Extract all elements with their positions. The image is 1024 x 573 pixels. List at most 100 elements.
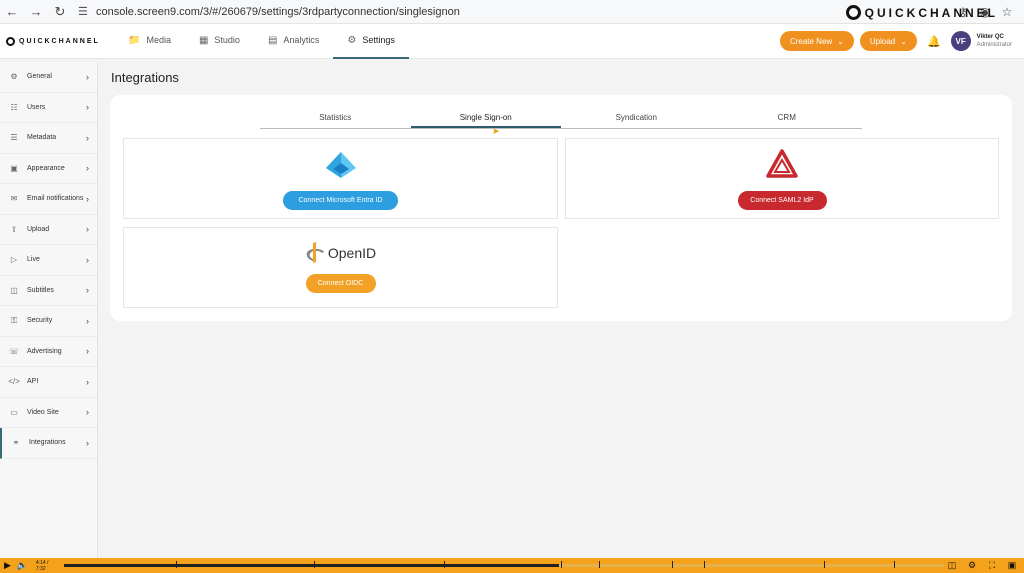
- bell-icon[interactable]: 🔔: [927, 35, 941, 48]
- connect-oidc-label: Connect OIDC: [317, 280, 364, 287]
- sidebar-item-label: Integrations: [29, 439, 66, 447]
- chapter-marker: [314, 561, 315, 568]
- settings-icon[interactable]: ⚙: [964, 560, 980, 571]
- sidebar-item-metadata[interactable]: ☰ Metadata ›: [0, 123, 97, 154]
- sidebar-item-label: General: [27, 73, 52, 81]
- settings-sidebar: ⚙ General › ☷ Users › ☰ Metadata › ▣ App…: [0, 62, 98, 558]
- reload-icon[interactable]: ↻: [48, 0, 72, 24]
- brand-text: QUICKCHANNEL: [19, 37, 100, 45]
- nav-analytics[interactable]: ▤ Analytics: [254, 24, 333, 59]
- sidebar-item-integrations[interactable]: ⚭ Integrations ›: [0, 428, 97, 459]
- nav-settings[interactable]: ⚙ Settings: [333, 24, 409, 59]
- sidebar-item-label: Appearance: [27, 164, 65, 172]
- avatar[interactable]: VF: [950, 31, 971, 51]
- cc-icon: ◫: [10, 285, 18, 295]
- sidebar-item-label: Live: [27, 256, 40, 264]
- connect-entra-label: Connect Microsoft Entra ID: [298, 197, 383, 204]
- chapter-marker: [704, 561, 705, 568]
- nav-studio[interactable]: ▦ Studio: [185, 24, 254, 59]
- user-role: Administrator: [976, 42, 1012, 48]
- connect-saml-button[interactable]: Connect SAML2 IdP: [737, 191, 827, 210]
- user-info[interactable]: Vikter QC Administrator: [977, 33, 1012, 49]
- video-player-bar: ▶ 🔈 4:14 / 7:32 ◫ ⚙ ⛶ ▣: [0, 558, 1024, 573]
- plug-icon: ⚭: [12, 438, 20, 448]
- sidebar-item-email-notifications[interactable]: ✉ Email notifications ›: [0, 184, 97, 215]
- openid-logo-icon: [306, 242, 324, 263]
- sidebar-item-subtitles[interactable]: ◫ Subtitles ›: [0, 276, 97, 306]
- create-new-button[interactable]: Create New ⌄: [779, 31, 854, 51]
- sidebar-item-users[interactable]: ☷ Users ›: [0, 93, 97, 123]
- connect-saml-label: Connect SAML2 IdP: [750, 197, 814, 204]
- chevron-right-icon: ›: [86, 163, 89, 174]
- forward-icon[interactable]: →: [24, 0, 48, 24]
- brand-logo[interactable]: QUICKCHANNEL: [6, 36, 108, 46]
- saml-logo-icon: [766, 149, 798, 178]
- volume-icon[interactable]: 🔈: [15, 560, 30, 571]
- folder-icon: 📁: [128, 34, 141, 46]
- tab-syndication[interactable]: Syndication: [561, 109, 712, 128]
- chapter-marker: [824, 561, 825, 568]
- connect-oidc-button[interactable]: Connect OIDC: [305, 274, 376, 293]
- chapter-marker: [599, 561, 600, 568]
- page-title: Integrations: [111, 70, 179, 85]
- top-nav: 📁 Media ▦ Studio ▤ Analytics ⚙ Settings: [114, 24, 409, 59]
- star-icon[interactable]: ☆: [1000, 5, 1014, 19]
- sidebar-item-label: Subtitles: [27, 286, 54, 294]
- lock-icon: ⚿: [10, 315, 18, 325]
- mail-icon: ✉: [10, 194, 18, 204]
- chevron-right-icon: ›: [86, 376, 89, 387]
- sidebar-item-upload[interactable]: ⇪ Upload ›: [0, 215, 97, 245]
- app-header: QUICKCHANNEL 📁 Media ▦ Studio ▤ Analytic…: [0, 24, 1024, 59]
- create-new-label: Create New: [789, 36, 833, 46]
- monitor-icon: ▭: [10, 407, 18, 417]
- quickchannel-logo-icon: [845, 5, 861, 20]
- connect-entra-button[interactable]: Connect Microsoft Entra ID: [283, 191, 398, 210]
- collapse-icon[interactable]: ▣: [1004, 560, 1020, 571]
- sidebar-item-advertising[interactable]: ☏ Advertising ›: [0, 337, 97, 367]
- nav-media[interactable]: 📁 Media: [114, 24, 185, 59]
- chevron-right-icon: ›: [86, 102, 89, 113]
- play-icon[interactable]: ▶: [0, 560, 15, 571]
- fullscreen-icon[interactable]: ⛶: [984, 560, 1000, 571]
- openid-logo-text: OpenID: [327, 245, 377, 261]
- site-info-icon[interactable]: ☰: [78, 5, 96, 18]
- live-icon: ▷: [10, 255, 18, 265]
- chevron-right-icon: ›: [86, 224, 89, 235]
- chapter-marker: [444, 561, 445, 568]
- captions-icon[interactable]: ◫: [944, 560, 960, 571]
- back-icon[interactable]: ←: [0, 0, 24, 24]
- watermark-text: QUICKCHANNEL: [864, 5, 998, 20]
- chevron-right-icon: ›: [86, 346, 89, 357]
- chevron-down-icon: ⌄: [837, 36, 844, 46]
- entra-panel: Connect Microsoft Entra ID: [123, 138, 558, 219]
- sidebar-item-api[interactable]: </> API ›: [0, 367, 97, 398]
- openid-logo: OpenID: [305, 242, 376, 264]
- studio-icon: ▦: [198, 34, 209, 46]
- address-bar[interactable]: ☰ console.screen9.com/3/#/260679/setting…: [78, 2, 838, 22]
- sidebar-item-appearance[interactable]: ▣ Appearance ›: [0, 154, 97, 184]
- tab-crm[interactable]: CRM: [712, 109, 863, 128]
- sidebar-item-live[interactable]: ▷ Live ›: [0, 245, 97, 276]
- chapter-marker: [672, 561, 673, 568]
- oidc-panel: OpenID Connect OIDC: [123, 227, 558, 308]
- tab-statistics[interactable]: Statistics: [260, 109, 411, 128]
- nav-label: Studio: [214, 35, 240, 45]
- quickchannel-logo-icon: [6, 36, 15, 46]
- tab-single-sign-on[interactable]: Single Sign-on: [410, 109, 561, 128]
- sidebar-item-video-site[interactable]: ▭ Video Site ›: [0, 398, 97, 428]
- sidebar-item-security[interactable]: ⚿ Security ›: [0, 306, 97, 337]
- chapter-marker: [894, 561, 895, 568]
- sidebar-item-general[interactable]: ⚙ General ›: [0, 62, 97, 93]
- sidebar-item-label: Video Site: [27, 408, 59, 416]
- list-icon: ☰: [10, 133, 18, 143]
- user-name: Vikter QC: [976, 34, 1004, 40]
- image-icon: ▣: [10, 163, 18, 173]
- megaphone-icon: ☏: [8, 346, 19, 356]
- sidebar-item-label: Email notifications: [27, 195, 84, 203]
- upload-button[interactable]: Upload ⌄: [859, 31, 917, 51]
- sidebar-item-label: Security: [27, 317, 53, 325]
- chapter-marker: [561, 561, 562, 568]
- seek-bar[interactable]: [64, 561, 944, 568]
- sidebar-item-label: API: [27, 378, 39, 386]
- avatar-initials: VF: [955, 36, 966, 46]
